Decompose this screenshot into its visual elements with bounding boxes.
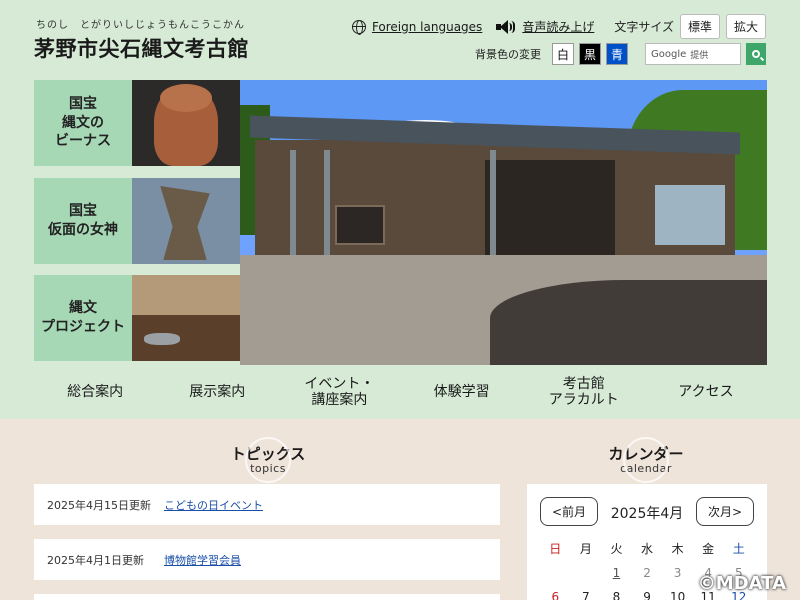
nav-general-info[interactable]: 総合案内 <box>34 365 156 419</box>
tile-venus[interactable]: 国宝 縄文の ビーナス <box>34 80 240 166</box>
nav-events-lectures[interactable]: イベント・ 講座案内 <box>278 365 400 419</box>
bg-white-button[interactable]: 白 <box>552 43 574 65</box>
topic-item-partial <box>34 594 500 600</box>
font-size-label: 文字サイズ <box>614 20 674 34</box>
globe-icon <box>351 19 366 35</box>
nav-exhibition-info[interactable]: 展示案内 <box>156 365 278 419</box>
read-aloud-link[interactable]: 音声読み上げ <box>522 18 594 35</box>
topic-link[interactable]: こどもの日イベント <box>164 497 263 513</box>
global-nav: 総合案内 展示案内 イベント・ 講座案内 体験学習 考古館 アラカルト アクセス <box>34 365 767 419</box>
masked-goddess-image <box>132 178 240 264</box>
calendar-day: 10 <box>669 590 686 600</box>
font-large-button[interactable]: 拡大 <box>725 14 766 39</box>
site-header: ちのし とがりいしじょうもんこうこかん 茅野市尖石縄文考古館 Foreign l… <box>0 0 800 80</box>
foreign-languages-link[interactable]: Foreign languages <box>372 20 482 34</box>
bg-black-button[interactable]: 黒 <box>579 43 601 65</box>
topic-link[interactable]: 博物館学習会員 <box>164 552 241 568</box>
font-standard-button[interactable]: 標準 <box>679 14 720 39</box>
calendar-next-button[interactable]: 次月> <box>696 497 754 526</box>
venus-figurine-image <box>132 80 240 166</box>
bg-color-label: 背景色の変更 <box>475 48 541 61</box>
search-placeholder: 提供 <box>690 50 709 61</box>
search-input[interactable]: Google 提供 <box>645 43 741 65</box>
nav-hands-on-learning[interactable]: 体験学習 <box>401 365 523 419</box>
tile-venus-label: 国宝 縄文の ビーナス <box>34 80 132 166</box>
tile-jomon-project-label: 縄文 プロジェクト <box>34 275 132 361</box>
calendar-weekdays: 日 月 火 水 木 金 土 <box>549 542 745 556</box>
copyright-watermark: ©MDATA <box>697 573 786 594</box>
header-tools: Foreign languages 音声読み上げ 文字サイズ 標準 拡大 <box>351 14 766 39</box>
bg-blue-button[interactable]: 青 <box>606 43 628 65</box>
calendar-day: 2 <box>643 566 651 580</box>
nav-access[interactable]: アクセス <box>645 365 767 419</box>
lower-section: トピックス topics 2025年4月15日更新 こどもの日イベント 2025… <box>0 419 800 600</box>
calendar-day: 7 <box>582 590 590 600</box>
topic-date: 2025年4月15日更新 <box>47 498 151 512</box>
calendar-day: 3 <box>673 566 682 580</box>
topic-date: 2025年4月1日更新 <box>47 553 144 567</box>
tile-masked-goddess[interactable]: 国宝 仮面の女神 <box>34 178 240 264</box>
tile-masked-goddess-label: 国宝 仮面の女神 <box>34 178 132 264</box>
calendar-day[interactable]: 1 <box>601 566 632 580</box>
speaker-icon <box>496 19 516 34</box>
calendar-day: 9 <box>643 590 651 600</box>
calendar-day: 8 <box>612 590 621 600</box>
nav-museum-a-la-carte[interactable]: 考古館 アラカルト <box>523 365 645 419</box>
search-icon <box>752 50 760 58</box>
topic-item: 2025年4月1日更新 博物館学習会員 <box>34 539 500 580</box>
search-button[interactable] <box>746 43 766 65</box>
site-title[interactable]: 茅野市尖石縄文考古館 <box>34 33 249 63</box>
topic-item: 2025年4月15日更新 こどもの日イベント <box>34 484 500 525</box>
search-brand: Google <box>651 48 687 60</box>
tile-jomon-project[interactable]: 縄文 プロジェクト <box>34 275 240 361</box>
site-title-ruby: ちのし とがりいしじょうもんこうこかん <box>36 20 245 31</box>
background-color-tools: 背景色の変更 白 黒 青 Google 提供 <box>475 43 766 65</box>
jomon-project-image <box>132 275 240 361</box>
topics-heading: トピックス topics <box>218 437 318 483</box>
hero-museum-photo <box>240 80 767 365</box>
calendar-heading: カレンダー calendar <box>596 437 696 483</box>
calendar-day: 6 <box>551 590 560 600</box>
